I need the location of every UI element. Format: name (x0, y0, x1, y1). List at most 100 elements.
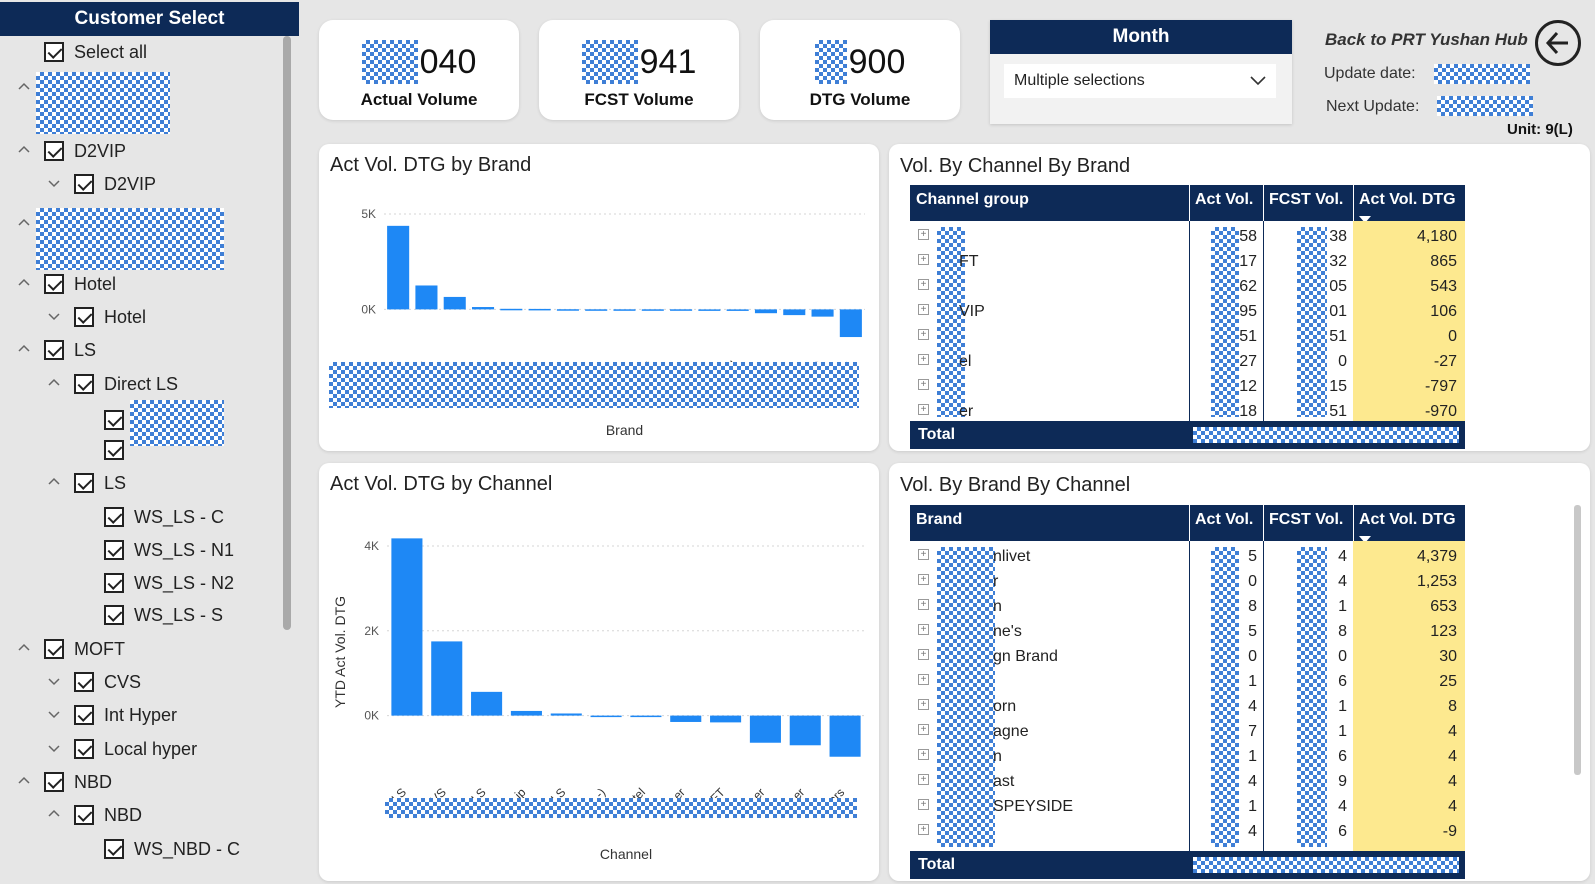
chevron-down-icon[interactable] (46, 741, 62, 757)
column-header[interactable]: Act Vol. (1195, 511, 1253, 529)
column-header[interactable]: FCST Vol. (1269, 191, 1343, 209)
checkbox[interactable] (44, 639, 64, 659)
table-row[interactable]: + SPEYSIDE 1 4 4 (910, 795, 1465, 820)
checkbox[interactable] (104, 507, 124, 527)
checkbox[interactable] (74, 473, 94, 493)
tree-item[interactable]: LS (74, 469, 126, 497)
expand-icon[interactable]: + (918, 799, 929, 810)
table-row[interactable]: + ast 4 9 4 (910, 770, 1465, 795)
checkbox[interactable] (44, 340, 64, 360)
tree-item[interactable]: D2VIP (44, 137, 126, 165)
checkbox[interactable] (44, 141, 64, 161)
expand-icon[interactable]: + (918, 674, 929, 685)
chevron-up-icon[interactable] (16, 216, 32, 232)
table-row[interactable]: +1 6 25 (910, 670, 1465, 695)
table-row[interactable]: + agne 7 1 4 (910, 720, 1465, 745)
expand-icon[interactable]: + (918, 304, 929, 315)
expand-icon[interactable]: + (918, 774, 929, 785)
tree-item[interactable] (36, 208, 224, 270)
chevron-up-icon[interactable] (16, 342, 32, 358)
tree-item[interactable]: WS_LS - S (104, 601, 223, 629)
chevron-up-icon[interactable] (16, 276, 32, 292)
tree-item[interactable]: Hotel (44, 270, 116, 298)
table-row[interactable]: + r 0 4 1,253 (910, 570, 1465, 595)
tree-item[interactable]: CVS (74, 668, 141, 696)
expand-icon[interactable]: + (918, 254, 929, 265)
checkbox[interactable] (74, 739, 94, 759)
back-arrow-icon[interactable] (1535, 20, 1581, 66)
chevron-up-icon[interactable] (16, 774, 32, 790)
table-row[interactable]: + nlivet 5 4 4,379 (910, 545, 1465, 570)
tree-item[interactable]: Select all (44, 38, 147, 66)
table-row[interactable]: + FT 17 32 865 (910, 250, 1465, 275)
tree-item[interactable]: Int Hyper (74, 701, 177, 729)
chevron-up-icon[interactable] (16, 641, 32, 657)
expand-icon[interactable]: + (918, 699, 929, 710)
expand-icon[interactable]: + (918, 279, 929, 290)
expand-icon[interactable]: + (918, 379, 929, 390)
tree-item[interactable]: WS_LS - C (104, 503, 224, 531)
checkbox[interactable] (104, 605, 124, 625)
expand-icon[interactable]: + (918, 749, 929, 760)
chevron-down-icon[interactable] (46, 309, 62, 325)
chevron-up-icon[interactable] (16, 80, 32, 96)
column-header[interactable]: Channel group (916, 191, 1029, 209)
tree-item[interactable] (104, 416, 224, 464)
expand-icon[interactable]: + (918, 329, 929, 340)
checkbox[interactable] (104, 540, 124, 560)
column-header[interactable]: Act Vol. DTG (1359, 511, 1456, 529)
checkbox[interactable] (44, 274, 64, 294)
chevron-up-icon[interactable] (16, 143, 32, 159)
chevron-up-icon[interactable] (46, 376, 62, 392)
expand-icon[interactable]: + (918, 574, 929, 585)
checkbox[interactable] (74, 672, 94, 692)
expand-icon[interactable]: + (918, 649, 929, 660)
tree-item[interactable]: WS_NBD - C (104, 835, 240, 863)
table-row[interactable]: + n 1 6 4 (910, 745, 1465, 770)
chevron-down-icon[interactable] (46, 176, 62, 192)
tree-item[interactable]: WS_LS - N1 (104, 536, 234, 564)
checkbox[interactable] (104, 573, 124, 593)
sidebar-scrollbar[interactable] (283, 36, 291, 630)
tree-item[interactable]: Hotel (74, 303, 146, 331)
tree-item[interactable]: WS_LS - N2 (104, 569, 234, 597)
expand-icon[interactable]: + (918, 354, 929, 365)
expand-icon[interactable]: + (918, 549, 929, 560)
column-header[interactable]: Act Vol. DTG (1359, 191, 1456, 209)
table-row[interactable]: + el 27 0 -27 (910, 350, 1465, 375)
tree-item[interactable] (36, 72, 170, 134)
table-row[interactable]: +12 15 -797 (910, 375, 1465, 400)
expand-icon[interactable]: + (918, 724, 929, 735)
checkbox[interactable] (74, 307, 94, 327)
tree-item[interactable]: D2VIP (74, 170, 156, 198)
checkbox[interactable] (74, 174, 94, 194)
table-scrollbar[interactable] (1574, 505, 1581, 775)
chevron-down-icon[interactable] (46, 707, 62, 723)
checkbox[interactable] (74, 705, 94, 725)
table-row[interactable]: +58 38 4,180 (910, 225, 1465, 250)
table-row[interactable]: +62 05 543 (910, 275, 1465, 300)
checkbox[interactable] (104, 839, 124, 859)
checkbox[interactable] (74, 805, 94, 825)
expand-icon[interactable]: + (918, 229, 929, 240)
table-row[interactable]: +4 6 -9 (910, 820, 1465, 845)
expand-icon[interactable]: + (918, 404, 929, 415)
month-dropdown[interactable]: Multiple selections (1004, 64, 1276, 98)
checkbox[interactable] (104, 440, 124, 460)
chevron-down-icon[interactable] (46, 674, 62, 690)
column-header[interactable]: Act Vol. (1195, 191, 1253, 209)
table-row[interactable]: + ne's 5 8 123 (910, 620, 1465, 645)
table-row[interactable]: + n 8 1 653 (910, 595, 1465, 620)
tree-item[interactable]: LS (44, 336, 96, 364)
column-header[interactable]: Brand (916, 511, 962, 529)
checkbox[interactable] (44, 772, 64, 792)
column-header[interactable]: FCST Vol. (1269, 511, 1343, 529)
back-to-hub-link[interactable]: Back to PRT Yushan Hub (1325, 30, 1528, 50)
table-row[interactable]: +51 51 0 (910, 325, 1465, 350)
expand-icon[interactable]: + (918, 824, 929, 835)
checkbox[interactable] (74, 374, 94, 394)
checkbox[interactable] (104, 410, 124, 430)
expand-icon[interactable]: + (918, 599, 929, 610)
tree-item[interactable]: Local hyper (74, 735, 197, 763)
tree-item[interactable]: Direct LS (74, 370, 178, 398)
